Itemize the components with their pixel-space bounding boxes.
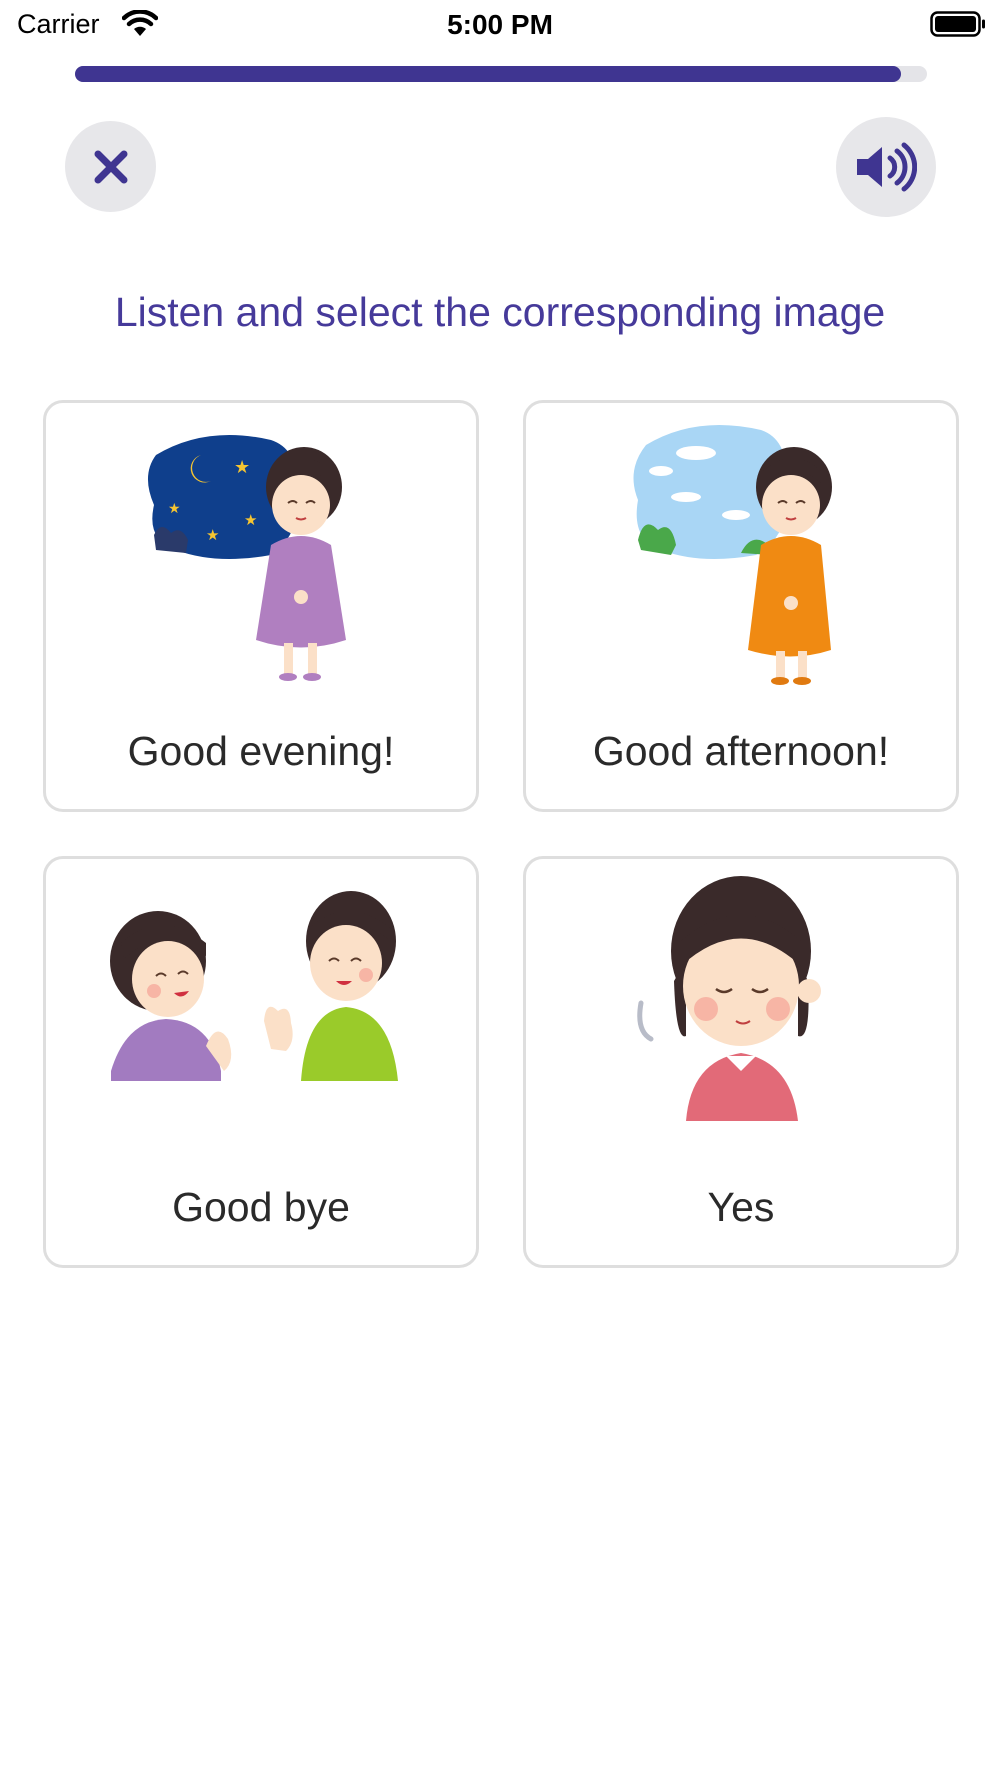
option-card-good-evening[interactable]: ★ ★ ★ ★ Good evening! <box>43 400 479 812</box>
progress-bar <box>75 66 927 82</box>
play-audio-button[interactable] <box>836 117 936 217</box>
close-icon <box>94 150 127 183</box>
status-time: 5:00 PM <box>447 9 553 40</box>
option-label: Good afternoon! <box>592 728 890 774</box>
option-card-good-afternoon[interactable]: Good afternoon! <box>523 400 959 812</box>
option-label: Good evening! <box>127 728 395 774</box>
battery-icon <box>930 11 985 37</box>
woman-nodding-image <box>637 876 821 1121</box>
speaker-icon <box>857 142 917 192</box>
svg-text:★: ★ <box>168 500 181 516</box>
close-button[interactable] <box>65 121 156 212</box>
woman-bowing-day-sky-image <box>633 425 832 685</box>
option-label: Yes <box>707 1184 775 1230</box>
option-label: Good bye <box>172 1184 350 1230</box>
svg-text:★: ★ <box>234 457 250 477</box>
instruction-text: Listen and select the corresponding imag… <box>114 289 886 335</box>
two-women-waving-image <box>110 891 398 1081</box>
woman-bowing-night-sky-image: ★ ★ ★ ★ <box>147 435 346 681</box>
svg-text:★: ★ <box>244 512 257 529</box>
svg-text:★: ★ <box>206 527 219 544</box>
progress-fill <box>75 66 902 82</box>
option-card-yes[interactable]: Yes <box>523 856 959 1268</box>
option-card-good-bye[interactable]: Good bye <box>43 856 479 1268</box>
status-bar: Carrier 5:00 PM <box>0 0 1000 52</box>
